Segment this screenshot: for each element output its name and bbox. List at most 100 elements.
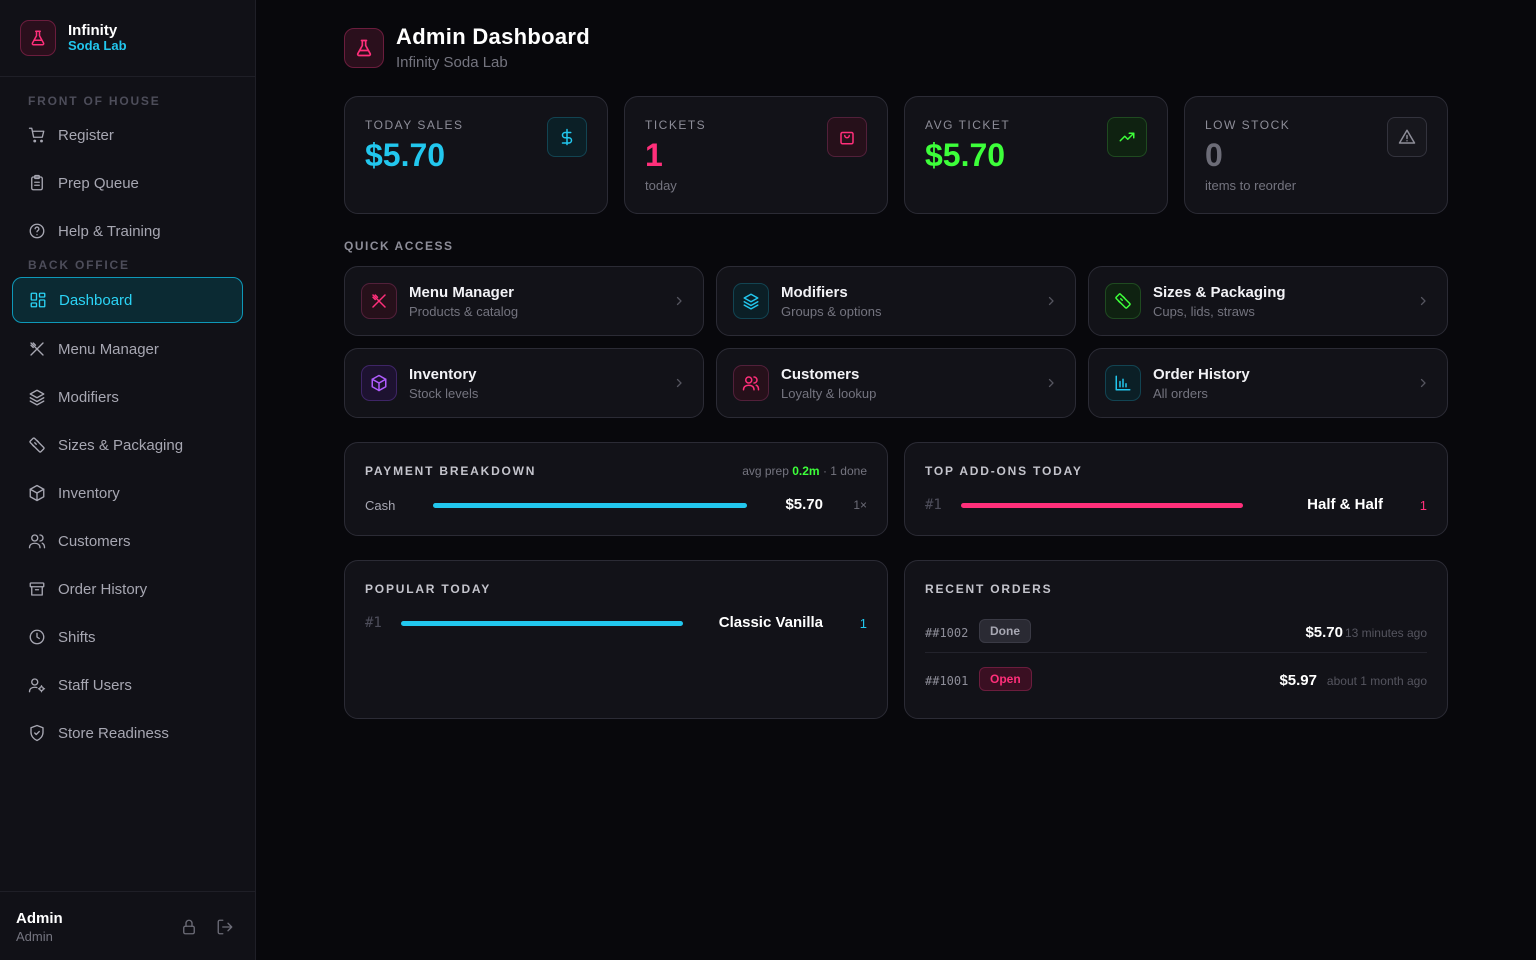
sidebar-item-prep-queue[interactable]: Prep Queue xyxy=(12,160,243,206)
quick-sub: Stock levels xyxy=(409,386,479,401)
sidebar-item-help[interactable]: Help & Training xyxy=(12,208,243,254)
quick-customers[interactable]: Customers Loyalty & lookup xyxy=(716,348,1076,418)
grid-icon xyxy=(30,292,46,308)
recent-orders-panel: RECENT ORDERS ##1002 Done $5.70 13 minut… xyxy=(904,560,1448,719)
quick-access-label: QUICK ACCESS xyxy=(344,239,454,253)
stat-label: LOW STOCK xyxy=(1205,118,1291,132)
logout-icon[interactable] xyxy=(216,918,234,936)
stat-label: TODAY SALES xyxy=(365,118,464,132)
sidebar-item-customers[interactable]: Customers xyxy=(12,518,243,564)
quick-order-history[interactable]: Order History All orders xyxy=(1088,348,1448,418)
quick-sub: Cups, lids, straws xyxy=(1153,304,1255,319)
help-circle-icon xyxy=(29,223,45,239)
sidebar-item-staff-users[interactable]: Staff Users xyxy=(12,662,243,708)
user-cog-icon xyxy=(28,678,46,693)
popular-today-panel: POPULAR TODAY #1 Classic Vanilla 1 xyxy=(344,560,888,719)
bag-icon xyxy=(827,117,867,157)
sidebar-item-menu-manager[interactable]: Menu Manager xyxy=(12,326,243,372)
status-badge: Open xyxy=(979,667,1032,691)
avg-prep-label: avg prep xyxy=(742,464,789,478)
payment-bar xyxy=(433,503,747,508)
stat-label: TICKETS xyxy=(645,118,707,132)
archive-icon xyxy=(29,582,45,596)
quick-title: Customers xyxy=(781,366,860,383)
sidebar-item-label: Prep Queue xyxy=(58,174,139,192)
sidebar-item-order-history[interactable]: Order History xyxy=(12,566,243,612)
sidebar-item-modifiers[interactable]: Modifiers xyxy=(12,374,243,420)
stat-value: 1 xyxy=(645,137,663,173)
ruler-icon xyxy=(29,437,45,453)
flask-icon xyxy=(20,20,56,56)
popular-rank: #1 xyxy=(365,615,382,631)
stat-value: $5.70 xyxy=(925,137,1006,173)
shield-check-icon xyxy=(30,724,44,742)
trend-up-icon xyxy=(1107,117,1147,157)
payment-amount: $5.70 xyxy=(785,496,823,513)
order-time: about 1 month ago xyxy=(1326,674,1427,688)
order-row[interactable]: ##1002 Done $5.70 13 minutes ago xyxy=(925,617,1427,653)
warning-icon xyxy=(1387,117,1427,157)
quick-title: Order History xyxy=(1153,366,1250,383)
brand[interactable]: Infinity Soda Lab xyxy=(0,0,255,77)
payment-bar-track xyxy=(433,503,747,508)
quick-sub: Products & catalog xyxy=(409,304,519,319)
users-icon xyxy=(28,534,46,549)
quick-inventory[interactable]: Inventory Stock levels xyxy=(344,348,704,418)
sidebar-item-inventory[interactable]: Inventory xyxy=(12,470,243,516)
payment-breakdown-panel: PAYMENT BREAKDOWN avg prep 0.2m · 1 done… xyxy=(344,442,888,536)
sidebar-item-register[interactable]: Register xyxy=(12,112,243,158)
stat-card-avg-ticket: AVG TICKET $5.70 xyxy=(904,96,1168,214)
chart-icon xyxy=(1105,365,1141,401)
sidebar: Infinity Soda Lab FRONT OF HOUSE Registe… xyxy=(0,0,256,960)
cart-icon xyxy=(28,127,45,143)
clock-icon xyxy=(29,629,45,645)
status-badge: Done xyxy=(979,619,1031,643)
sidebar-item-label: Inventory xyxy=(58,484,120,502)
layers-icon xyxy=(733,283,769,319)
section-label-back: BACK OFFICE xyxy=(28,258,130,272)
sidebar-item-dashboard[interactable]: Dashboard xyxy=(12,277,243,323)
user-panel: Admin Admin xyxy=(0,891,256,960)
sidebar-item-label: Customers xyxy=(58,532,131,550)
popular-count: 1 xyxy=(859,616,867,631)
sidebar-item-label: Staff Users xyxy=(58,676,132,694)
section-label-front: FRONT OF HOUSE xyxy=(28,94,161,108)
quick-menu-manager[interactable]: Menu Manager Products & catalog xyxy=(344,266,704,336)
sidebar-item-shifts[interactable]: Shifts xyxy=(12,614,243,660)
order-amount: $5.70 xyxy=(1305,624,1343,641)
page-subtitle: Infinity Soda Lab xyxy=(396,54,508,71)
sidebar-item-label: Shifts xyxy=(58,628,96,646)
order-amount: $5.97 xyxy=(1279,672,1317,689)
chevron-right-icon xyxy=(676,296,682,306)
addon-name: Half & Half xyxy=(1307,496,1383,513)
sidebar-item-store-readiness[interactable]: Store Readiness xyxy=(12,710,243,756)
stat-label: AVG TICKET xyxy=(925,118,1011,132)
clipboard-icon xyxy=(31,174,43,191)
popular-name: Classic Vanilla xyxy=(718,614,823,631)
stat-card-low-stock: LOW STOCK 0 items to reorder xyxy=(1184,96,1448,214)
quick-title: Menu Manager xyxy=(409,284,515,301)
avg-prep-value: 0.2m xyxy=(792,464,820,478)
order-time: 13 minutes ago xyxy=(1344,626,1427,640)
stat-card-today-sales: TODAY SALES $5.70 xyxy=(344,96,608,214)
chevron-right-icon xyxy=(1420,296,1426,306)
box-icon xyxy=(361,365,397,401)
payment-count: 1× xyxy=(853,498,867,512)
addon-rank: #1 xyxy=(925,497,942,513)
chevron-right-icon xyxy=(1048,296,1054,306)
quick-title: Modifiers xyxy=(781,284,848,301)
sidebar-item-sizes[interactable]: Sizes & Packaging xyxy=(12,422,243,468)
panel-title: POPULAR TODAY xyxy=(365,582,492,596)
utensils-icon xyxy=(361,283,397,319)
quick-sub: Groups & options xyxy=(781,304,882,319)
quick-sub: All orders xyxy=(1153,386,1208,401)
addon-bar-track xyxy=(961,503,1243,508)
quick-modifiers[interactable]: Modifiers Groups & options xyxy=(716,266,1076,336)
sidebar-item-label: Order History xyxy=(58,580,148,598)
order-row[interactable]: ##1001 Open $5.97 about 1 month ago xyxy=(925,665,1427,701)
top-addons-panel: TOP ADD-ONS TODAY #1 Half & Half 1 xyxy=(904,442,1448,536)
sidebar-item-label: Sizes & Packaging xyxy=(58,436,184,454)
sidebar-item-label: Menu Manager xyxy=(58,340,159,358)
quick-sizes-packaging[interactable]: Sizes & Packaging Cups, lids, straws xyxy=(1088,266,1448,336)
lock-icon[interactable] xyxy=(180,918,198,936)
